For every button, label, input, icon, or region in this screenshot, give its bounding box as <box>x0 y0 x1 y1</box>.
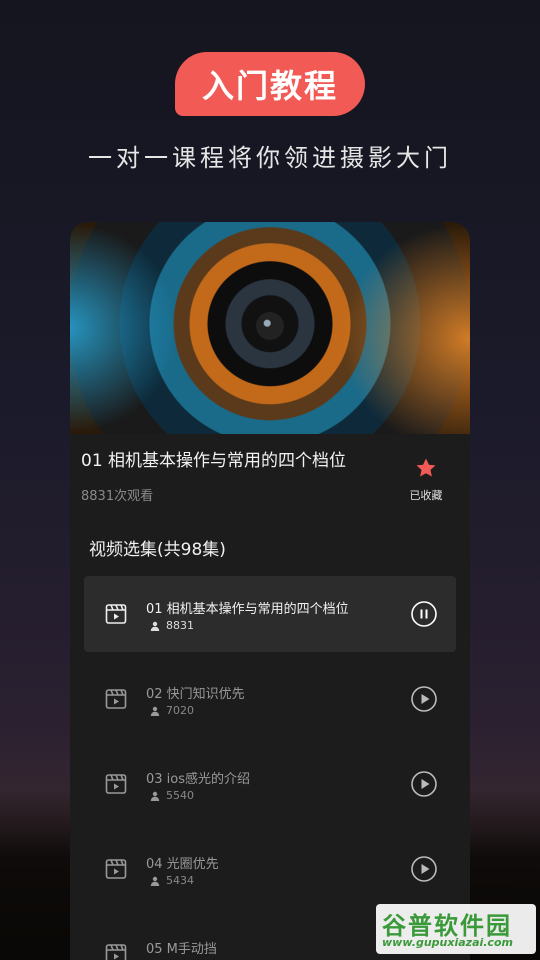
video-file-icon <box>105 604 127 624</box>
episode-view-count: 5434 <box>146 874 194 887</box>
lens-center <box>256 312 284 340</box>
person-icon <box>150 791 160 801</box>
video-file-icon <box>105 944 127 960</box>
site-watermark: 谷普软件园 www.gupuxiazai.com <box>376 904 536 954</box>
episodes-section-title: 视频选集(共98集) <box>89 540 226 560</box>
video-file-icon <box>105 859 127 879</box>
episode-view-count: 5540 <box>146 789 194 802</box>
person-icon <box>150 706 160 716</box>
episode-item[interactable]: 01 相机基本操作与常用的四个档位 8831 <box>84 576 456 652</box>
episode-title: 01 相机基本操作与常用的四个档位 <box>146 602 349 617</box>
course-cover-image[interactable] <box>70 222 470 434</box>
episode-title: 03 ios感光的介绍 <box>146 772 251 787</box>
cover-glow-left <box>70 222 180 434</box>
episode-count-value: 5540 <box>166 789 194 802</box>
episode-item[interactable]: 02 快门知识优先 7020 <box>84 661 456 737</box>
star-icon <box>416 458 436 477</box>
course-card: 01 相机基本操作与常用的四个档位 8831次观看 已收藏 视频选集(共98集)… <box>70 222 470 960</box>
section-badge: 入门教程 <box>175 52 365 116</box>
cover-glow-right <box>340 222 470 434</box>
play-icon[interactable] <box>411 686 437 712</box>
page-subtitle: 一对一课程将你领进摄影大门 <box>88 144 452 172</box>
play-icon[interactable] <box>411 771 437 797</box>
favorite-button[interactable]: 已收藏 <box>402 456 450 503</box>
episode-count-value: 8831 <box>166 619 194 632</box>
play-icon[interactable] <box>411 856 437 882</box>
video-file-icon <box>105 689 127 709</box>
favorite-label: 已收藏 <box>409 489 443 502</box>
episode-view-count: 8831 <box>146 619 194 632</box>
episode-item[interactable]: 03 ios感光的介绍 5540 <box>84 746 456 822</box>
watermark-url: www.gupuxiazai.com <box>382 936 513 949</box>
episode-view-count: 7020 <box>146 704 194 717</box>
episode-title: 02 快门知识优先 <box>146 687 245 702</box>
pause-icon[interactable] <box>411 601 437 627</box>
episode-item[interactable]: 04 光圈优先 5434 <box>84 831 456 907</box>
episode-count-value: 7020 <box>166 704 194 717</box>
episode-title: 05 M手动挡 <box>146 942 217 957</box>
episode-title: 04 光圈优先 <box>146 857 219 872</box>
course-view-count: 8831次观看 <box>81 489 154 504</box>
video-file-icon <box>105 774 127 794</box>
course-title: 01 相机基本操作与常用的四个档位 <box>81 451 347 471</box>
person-icon <box>150 621 160 631</box>
episode-count-value: 5434 <box>166 874 194 887</box>
person-icon <box>150 876 160 886</box>
